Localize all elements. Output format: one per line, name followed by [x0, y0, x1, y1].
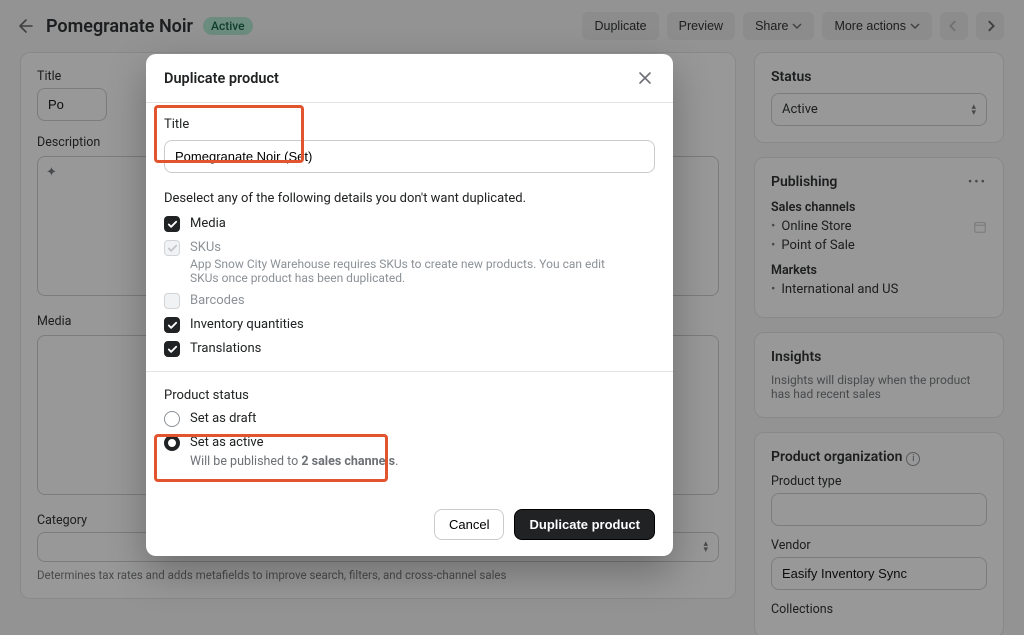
- checkbox-barcodes: [164, 293, 180, 309]
- checkbox-media-label: Media: [190, 216, 226, 231]
- checkbox-media[interactable]: [164, 216, 180, 232]
- modal-title: Duplicate product: [164, 70, 279, 87]
- radio-active-label: Set as active: [190, 435, 398, 450]
- checkbox-inventory-label: Inventory quantities: [190, 317, 304, 332]
- cancel-button[interactable]: Cancel: [434, 509, 504, 540]
- checkbox-translations[interactable]: [164, 341, 180, 357]
- checkbox-barcodes-label: Barcodes: [190, 293, 245, 308]
- radio-active-sub: Will be published to 2 sales channels.: [190, 454, 398, 469]
- radio-active[interactable]: [164, 435, 180, 451]
- radio-draft[interactable]: [164, 411, 180, 427]
- deselect-instruction: Deselect any of the following details yo…: [164, 191, 655, 206]
- checkbox-inventory[interactable]: [164, 317, 180, 333]
- checkbox-skus: [164, 240, 180, 256]
- checkbox-skus-help: App Snow City Warehouse requires SKUs to…: [190, 257, 620, 285]
- confirm-duplicate-button[interactable]: Duplicate product: [514, 509, 655, 540]
- radio-draft-label: Set as draft: [190, 411, 256, 426]
- close-icon[interactable]: [635, 68, 655, 88]
- modal-title-label: Title: [164, 117, 655, 132]
- product-status-heading: Product status: [164, 388, 655, 403]
- duplicate-product-modal: Duplicate product Title Deselect any of …: [146, 54, 673, 556]
- modal-title-input[interactable]: [164, 140, 655, 173]
- checkbox-skus-label: SKUs: [190, 240, 620, 255]
- checkbox-translations-label: Translations: [190, 341, 261, 356]
